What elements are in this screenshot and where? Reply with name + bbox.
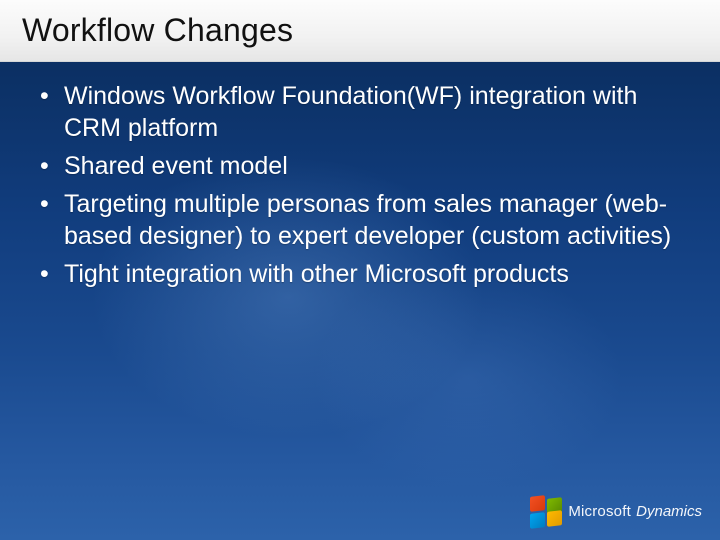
footer-brand-microsoft: Microsoft	[568, 503, 631, 520]
list-item: Targeting multiple personas from sales m…	[34, 188, 686, 252]
microsoft-logo-icon	[530, 496, 560, 526]
slide-body: Windows Workflow Foundation(WF) integrat…	[34, 80, 686, 296]
footer-logo: Microsoft Dynamics	[530, 496, 702, 526]
slide: Workflow Changes Windows Workflow Founda…	[0, 0, 720, 540]
footer-brand-dynamics: Dynamics	[636, 503, 702, 520]
footer-brand-text: Microsoft Dynamics	[568, 504, 702, 519]
list-item: Tight integration with other Microsoft p…	[34, 258, 686, 290]
title-bar: Workflow Changes	[0, 0, 720, 62]
list-item: Shared event model	[34, 150, 686, 182]
list-item: Windows Workflow Foundation(WF) integrat…	[34, 80, 686, 144]
bullet-list: Windows Workflow Foundation(WF) integrat…	[34, 80, 686, 290]
slide-title: Workflow Changes	[22, 12, 293, 49]
